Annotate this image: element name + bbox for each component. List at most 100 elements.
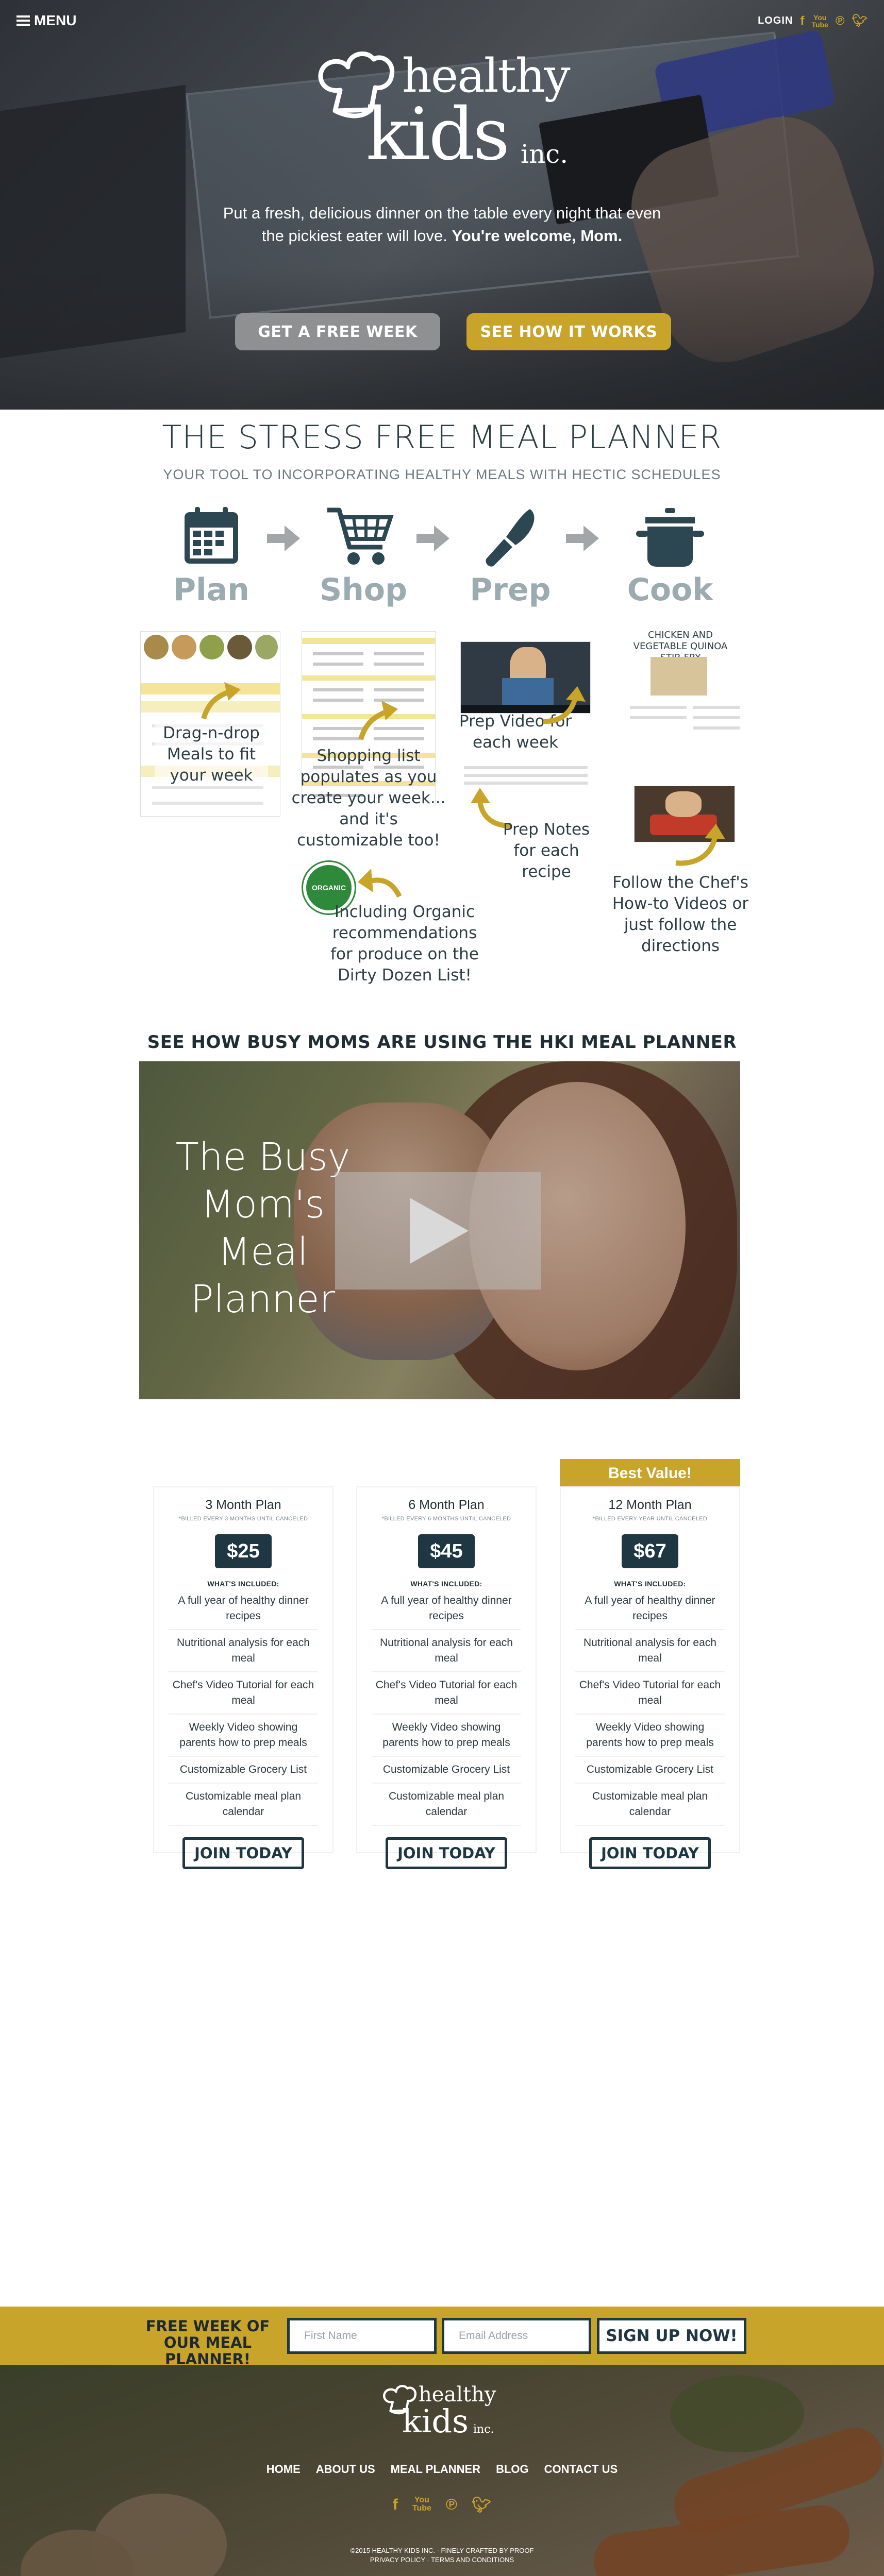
legal-links[interactable]: PRIVACY POLICY · TERMS AND CONDITIONS	[0, 2555, 884, 2565]
pinterest-icon[interactable]: ℗	[836, 14, 845, 28]
copyright-text: ©2015 HEALTHY KIDS INC. · FINELY CRAFTED…	[350, 2547, 534, 2554]
footer-link-blog[interactable]: BLOG	[496, 2463, 529, 2476]
footer-legal: ©2015 HEALTHY KIDS INC. · FINELY CRAFTED…	[0, 2546, 884, 2565]
video-heading: SEE HOW BUSY MOMS ARE USING THE HKI MEAL…	[147, 1032, 737, 1053]
pricing-card-3-month: 3 Month Plan *BILLED EVERY 3 MONTHS UNTI…	[153, 1486, 333, 1869]
plan-feature: A full year of healthy dinner recipes	[372, 1588, 521, 1630]
plan-name: 3 Month Plan	[205, 1498, 281, 1512]
menu-button[interactable]: MENU	[16, 12, 76, 29]
play-button[interactable]	[335, 1172, 541, 1290]
footer-link-about-us[interactable]: ABOUT US	[316, 2463, 375, 2476]
plan-name: 12 Month Plan	[608, 1498, 692, 1512]
video-overlay-title: The Busy Mom's Meal Planner	[175, 1135, 351, 1321]
pricing-card-12-month: 12 Month Plan *BILLED EVERY YEAR UNTIL C…	[560, 1486, 740, 1869]
step-label-prep: Prep	[470, 572, 551, 608]
knife-icon	[486, 509, 535, 567]
curved-arrow-icon	[358, 869, 402, 898]
plan-feature: Chef's Video Tutorial for each meal	[372, 1672, 521, 1715]
annotation-organic: Including Organic recommendations for pr…	[330, 903, 479, 985]
facebook-icon[interactable]: f	[800, 14, 804, 28]
plan-feature: Customizable meal plan calendar	[169, 1784, 318, 1826]
footer-logo-word-inc: inc.	[473, 2423, 494, 2436]
plan-billing-note: *BILLED EVERY YEAR UNTIL CANCELED	[592, 1516, 708, 1522]
plan-feature: Customizable meal plan calendar	[372, 1784, 521, 1826]
plan-feature: Nutritional analysis for each meal	[169, 1630, 318, 1672]
plan-feature: Customizable meal plan calendar	[575, 1784, 725, 1826]
prep-notes-text	[464, 782, 588, 785]
footer-social: f You Tube ℗ 🐦︎	[0, 2496, 884, 2514]
plan-name: 6 Month Plan	[408, 1498, 485, 1512]
top-right-nav: LOGIN f You Tube ℗ 🐦︎	[758, 13, 868, 28]
footer-link-home[interactable]: HOME	[266, 2463, 301, 2476]
shopping-cart-icon	[327, 507, 394, 565]
join-today-button[interactable]: JOIN TODAY	[589, 1837, 711, 1869]
arrow-right-icon	[416, 526, 449, 551]
whats-included-label: WHAT'S INCLUDED:	[410, 1580, 482, 1588]
video-player[interactable]: The Busy Mom's Meal Planner	[139, 1061, 740, 1399]
step-label-cook: Cook	[627, 572, 713, 608]
twitter-icon[interactable]: 🐦︎	[852, 13, 868, 28]
annotation-prep-notes: Prep Notes for each recipe	[503, 820, 590, 881]
meal-planner-subtitle: YOUR TOOL TO INCORPORATING HEALTHY MEALS…	[163, 467, 721, 482]
plan-feature: Nutritional analysis for each meal	[575, 1630, 725, 1672]
plan-feature: Chef's Video Tutorial for each meal	[575, 1672, 725, 1715]
hero-logo: healthy kids inc.	[314, 49, 571, 183]
logo-word-inc: inc.	[521, 139, 569, 169]
plan-feature: Weekly Video showing parents how to prep…	[575, 1715, 725, 1757]
prep-notes-text	[464, 766, 588, 769]
curved-arrow-icon	[543, 686, 586, 724]
best-value-badge: Best Value!	[560, 1459, 740, 1487]
hamburger-icon	[16, 15, 30, 26]
footer: healthy kids inc. HOME ABOUT US MEAL PLA…	[0, 2365, 884, 2576]
recipe-ingredients-text	[630, 706, 687, 709]
footer-link-meal-planner[interactable]: MEAL PLANNER	[391, 2463, 480, 2476]
annotation-plan: Drag-n-drop Meals to fit your week	[155, 723, 268, 786]
step-label-shop: Shop	[319, 572, 408, 608]
first-name-field[interactable]: First Name	[287, 2318, 437, 2354]
footer-logo-word-kids: kids	[402, 2402, 469, 2440]
calendar-icon	[185, 507, 238, 564]
youtube-icon[interactable]: You Tube	[412, 2496, 431, 2514]
plan-feature: Weekly Video showing parents how to prep…	[169, 1715, 318, 1757]
email-field[interactable]: Email Address	[442, 2318, 591, 2354]
plan-feature: Customizable Grocery List	[372, 1757, 521, 1784]
signup-label: FREE WEEK OF OUR MEAL PLANNER!	[145, 2317, 270, 2368]
join-today-button[interactable]: JOIN TODAY	[386, 1837, 507, 1869]
arrow-right-icon	[566, 526, 599, 551]
hero-tagline: Put a fresh, delicious dinner on the tab…	[216, 202, 668, 247]
footer-link-contact-us[interactable]: CONTACT US	[544, 2463, 618, 2476]
recipe-directions-text	[693, 706, 740, 709]
plan-feature: Weekly Video showing parents how to prep…	[372, 1715, 521, 1757]
tagline-bold: You're welcome, Mom.	[452, 227, 623, 245]
twitter-icon[interactable]: 🐦︎	[472, 2496, 491, 2514]
whats-included-label: WHAT'S INCLUDED:	[207, 1580, 279, 1588]
login-link[interactable]: LOGIN	[758, 15, 793, 27]
plan-feature: Customizable Grocery List	[575, 1757, 725, 1784]
play-icon	[410, 1198, 469, 1264]
plan-price: $67	[622, 1534, 678, 1568]
footer-logo[interactable]: healthy kids inc.	[381, 2383, 505, 2445]
join-today-button[interactable]: JOIN TODAY	[182, 1837, 304, 1869]
plan-price: $25	[215, 1534, 272, 1568]
curved-arrow-icon	[201, 682, 241, 720]
annotation-cook: Follow the Chef's How-to Videos or just …	[612, 873, 749, 955]
plan-feature: Customizable Grocery List	[169, 1757, 318, 1784]
see-how-it-works-button[interactable]: SEE HOW IT WORKS	[466, 313, 671, 350]
plan-billing-note: *BILLED EVERY 6 MONTHS UNTIL CANCELED	[381, 1516, 511, 1522]
youtube-icon[interactable]: You Tube	[811, 14, 828, 28]
curved-arrow-icon	[675, 824, 725, 866]
plan-feature: Chef's Video Tutorial for each meal	[169, 1672, 318, 1715]
pinterest-icon[interactable]: ℗	[446, 2496, 457, 2514]
footer-nav: HOME ABOUT US MEAL PLANNER BLOG CONTACT …	[0, 2463, 884, 2476]
hero-section: MENU LOGIN f You Tube ℗ 🐦︎ healthy kids i…	[0, 0, 884, 410]
annotation-shop: Shopping list populates as you create yo…	[291, 747, 446, 850]
logo-word-kids: kids	[366, 93, 510, 177]
recipe-ingredients-text	[630, 716, 687, 719]
get-free-week-button[interactable]: GET A FREE WEEK	[235, 313, 440, 350]
plan-billing-note: *BILLED EVERY 3 MONTHS UNTIL CANCELED	[178, 1516, 308, 1522]
pot-icon	[636, 508, 704, 567]
signup-bar: FREE WEEK OF OUR MEAL PLANNER! First Nam…	[0, 2307, 884, 2368]
facebook-icon[interactable]: f	[393, 2496, 398, 2514]
sign-up-button[interactable]: SIGN UP NOW!	[597, 2318, 746, 2354]
whats-included-label: WHAT'S INCLUDED:	[614, 1580, 686, 1588]
